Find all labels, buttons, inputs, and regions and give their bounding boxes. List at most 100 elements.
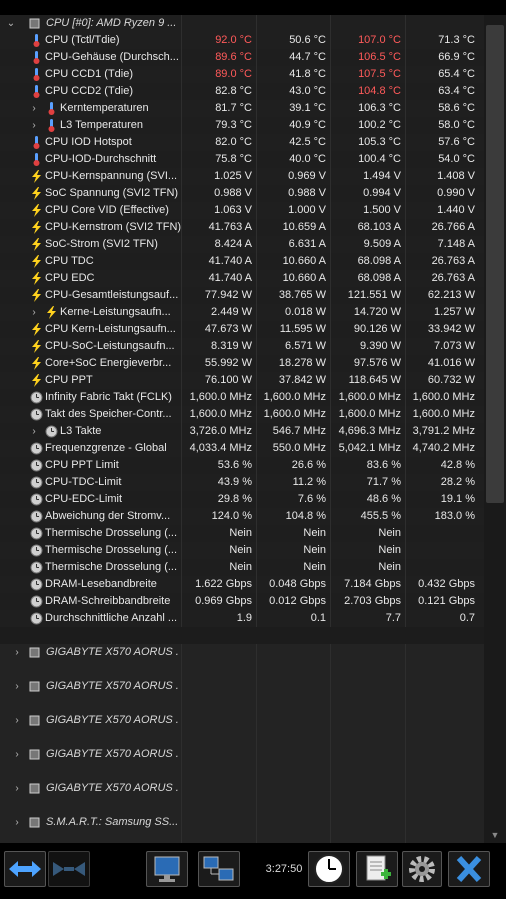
chip-icon xyxy=(28,714,41,727)
sensor-row[interactable]: CPU PPT 76.100 W 37.842 W 118.645 W 60.732 W xyxy=(0,372,484,389)
clock-icon xyxy=(30,612,43,625)
document-add-icon xyxy=(366,855,391,881)
sensor-row[interactable]: Takt des Speicher-Contr... 1,600.0 MHz 1,6… xyxy=(0,406,484,423)
sensor-row[interactable]: CPU-Gehäuse (Durchsch... 89.6 °C 44.7 °C 10… xyxy=(0,49,484,66)
sensor-row[interactable]: CPU-SoC-Leistungsaufn... 8.319 W 6.571 W 9.… xyxy=(0,338,484,355)
sensor-value: Nein xyxy=(181,542,256,559)
group-row[interactable]: › GIGABYTE X570 AORUS ... xyxy=(0,678,484,712)
sensor-row[interactable]: Frequenzgrenze - Global 4,033.4 MHz 550.0 … xyxy=(0,440,484,457)
chevron-right-icon[interactable]: › xyxy=(12,678,22,695)
add-report-button[interactable] xyxy=(356,851,398,887)
sensor-row[interactable]: CPU TDC 41.740 A 10.660 A 68.098 A 26.763 A xyxy=(0,253,484,270)
sensor-value: 83.6 % xyxy=(330,457,405,474)
sensor-row[interactable]: CPU-Kernstrom (SVI2 TFN) 41.763 A 10.659 A… xyxy=(0,219,484,236)
sensor-value: 7.6 % xyxy=(256,491,330,508)
sensor-value: 92.0 °C xyxy=(181,32,256,49)
sensor-value: 7.184 Gbps xyxy=(330,576,405,593)
sensor-row[interactable]: CPU-Kernspannung (SVI... 1.025 V 0.969 V 1.… xyxy=(0,168,484,185)
chevron-right-icon[interactable]: › xyxy=(12,780,22,797)
network-monitor-button[interactable] xyxy=(146,851,188,887)
sensor-value: 7.073 W xyxy=(405,338,479,355)
sensor-value: 3,791.2 MHz xyxy=(405,423,479,440)
chevron-right-icon[interactable]: › xyxy=(12,644,22,661)
sensor-row[interactable]: CPU CCD1 (Tdie) 89.0 °C 41.8 °C 107.5 °C 65.… xyxy=(0,66,484,83)
sensor-value: 68.103 A xyxy=(330,219,405,236)
monitor-icon xyxy=(154,856,180,882)
sensor-row[interactable]: CPU-IOD-Durchschnitt 75.8 °C 40.0 °C 100.4 … xyxy=(0,151,484,168)
chevron-right-icon[interactable]: › xyxy=(12,712,22,729)
header-cell xyxy=(181,15,256,32)
sensor-row[interactable]: CPU IOD Hotspot 82.0 °C 42.5 °C 105.3 °C 57.… xyxy=(0,134,484,151)
sensor-row[interactable]: CPU Core VID (Effective) 1.063 V 1.000 V 1.… xyxy=(0,202,484,219)
collapse-button[interactable] xyxy=(48,851,90,887)
sensor-row[interactable]: Infinity Fabric Takt (FCLK) 1,600.0 MHz 1,… xyxy=(0,389,484,406)
sensor-label: CPU Core VID (Effective) xyxy=(45,204,169,216)
lightning-icon xyxy=(45,306,58,319)
close-icon xyxy=(456,855,482,883)
sensor-value: Nein xyxy=(256,559,330,576)
sensor-row[interactable]: CPU Kern-Leistungsaufn... 47.673 W 11.595 … xyxy=(0,321,484,338)
group-label: GIGABYTE X570 AORUS ... xyxy=(46,646,178,658)
sensor-row[interactable]: Thermische Drosselung (... Nein Nein Nein xyxy=(0,542,484,559)
sensor-row[interactable]: Thermische Drosselung (... Nein Nein Nein xyxy=(0,525,484,542)
group-row[interactable]: › GIGABYTE X570 AORUS ... xyxy=(0,644,484,678)
sensor-value: 104.8 °C xyxy=(330,83,405,100)
group-header-cpu[interactable]: ⌄ CPU [#0]: AMD Ryzen 9 ... xyxy=(0,15,484,32)
chevron-right-icon[interactable]: › xyxy=(29,304,39,321)
group-cell xyxy=(256,746,330,780)
settings-button[interactable] xyxy=(402,851,442,887)
sensor-row[interactable]: › Kerntemperaturen 81.7 °C 39.1 °C 106.3 °C 5… xyxy=(0,100,484,117)
sensor-row[interactable]: CPU-EDC-Limit 29.8 % 7.6 % 48.6 % 19.1 % xyxy=(0,491,484,508)
vertical-scrollbar[interactable]: ▼ xyxy=(484,15,506,843)
sensor-row[interactable]: Abweichung der Stromv... 124.0 % 104.8 % 45… xyxy=(0,508,484,525)
sensor-value: 0.969 Gbps xyxy=(181,593,256,610)
lightning-icon xyxy=(30,221,43,234)
remote-button[interactable] xyxy=(198,851,240,887)
sensor-row[interactable]: CPU PPT Limit 53.6 % 26.6 % 83.6 % 42.8 % xyxy=(0,457,484,474)
nav-arrows-button[interactable] xyxy=(4,851,46,887)
group-cell xyxy=(256,644,330,678)
sensor-value: 105.3 °C xyxy=(330,134,405,151)
sensor-row[interactable]: SoC Spannung (SVI2 TFN) 0.988 V 0.988 V 0.9… xyxy=(0,185,484,202)
sensor-row[interactable]: SoC-Strom (SVI2 TFN) 8.424 A 6.631 A 9.509 … xyxy=(0,236,484,253)
sensor-row[interactable]: DRAM-Schreibbandbreite 0.969 Gbps 0.012 Gb… xyxy=(0,593,484,610)
sensor-value: 118.645 W xyxy=(330,372,405,389)
sensor-row[interactable]: CPU-Gesamtleistungsauf... 77.942 W 38.765 … xyxy=(0,287,484,304)
group-row[interactable]: › GIGABYTE X570 AORUS ... xyxy=(0,746,484,780)
chevron-down-icon[interactable]: ⌄ xyxy=(6,15,16,32)
group-row[interactable]: › S.M.A.R.T.: Samsung SS... xyxy=(0,814,484,843)
sensor-row[interactable]: CPU CCD2 (Tdie) 82.8 °C 43.0 °C 104.8 °C 63.… xyxy=(0,83,484,100)
sensor-row[interactable]: › L3 Takte 3,726.0 MHz 546.7 MHz 4,696.3 MHz… xyxy=(0,423,484,440)
clock-reset-button[interactable] xyxy=(308,851,350,887)
sensor-row[interactable]: Thermische Drosselung (... Nein Nein Nein xyxy=(0,559,484,576)
sensor-row[interactable]: CPU (Tctl/Tdie) 92.0 °C 50.6 °C 107.0 °C 71.… xyxy=(0,32,484,49)
sensor-value: 43.9 % xyxy=(181,474,256,491)
sensor-value: 40.0 °C xyxy=(256,151,330,168)
sensor-value: Nein xyxy=(181,559,256,576)
sensor-row[interactable]: › L3 Temperaturen 79.3 °C 40.9 °C 100.2 °C 58… xyxy=(0,117,484,134)
scroll-down-arrow-icon[interactable]: ▼ xyxy=(484,829,506,841)
sensor-row[interactable]: CPU-TDC-Limit 43.9 % 11.2 % 71.7 % 28.2 % xyxy=(0,474,484,491)
sensor-value: 26.763 A xyxy=(405,270,479,287)
sensor-label: CPU Kern-Leistungsaufn... xyxy=(45,323,176,335)
close-button[interactable] xyxy=(448,851,490,887)
sensor-row[interactable]: CPU EDC 41.740 A 10.660 A 68.098 A 26.763 A xyxy=(0,270,484,287)
sensor-row[interactable]: › Kerne-Leistungsaufn... 2.449 W 0.018 W 14.… xyxy=(0,304,484,321)
sensor-row[interactable]: DRAM-Lesebandbreite 1.622 Gbps 0.048 Gbps 7… xyxy=(0,576,484,593)
sensor-value: Nein xyxy=(330,559,405,576)
group-row[interactable]: › GIGABYTE X570 AORUS ... xyxy=(0,712,484,746)
chevron-right-icon[interactable]: › xyxy=(12,746,22,763)
sensor-label: CPU-Gesamtleistungsauf... xyxy=(45,289,179,301)
chevron-right-icon[interactable]: › xyxy=(29,423,39,440)
group-row[interactable]: › GIGABYTE X570 AORUS ... xyxy=(0,780,484,814)
chevron-right-icon[interactable]: › xyxy=(29,100,39,117)
chevron-right-icon[interactable]: › xyxy=(12,814,22,831)
sensor-row[interactable]: Durchschnittliche Anzahl ... 1.9 0.1 7.7 0.7 xyxy=(0,610,484,627)
sensor-label: CPU PPT Limit xyxy=(45,459,119,471)
sensor-value: 1.9 xyxy=(181,610,256,627)
chevron-right-icon[interactable]: › xyxy=(29,117,39,134)
group-cell xyxy=(405,746,479,780)
chip-icon xyxy=(28,646,41,659)
scrollbar-thumb[interactable] xyxy=(486,25,504,503)
sensor-row[interactable]: Core+SoC Energieverbr... 55.992 W 18.278 W… xyxy=(0,355,484,372)
